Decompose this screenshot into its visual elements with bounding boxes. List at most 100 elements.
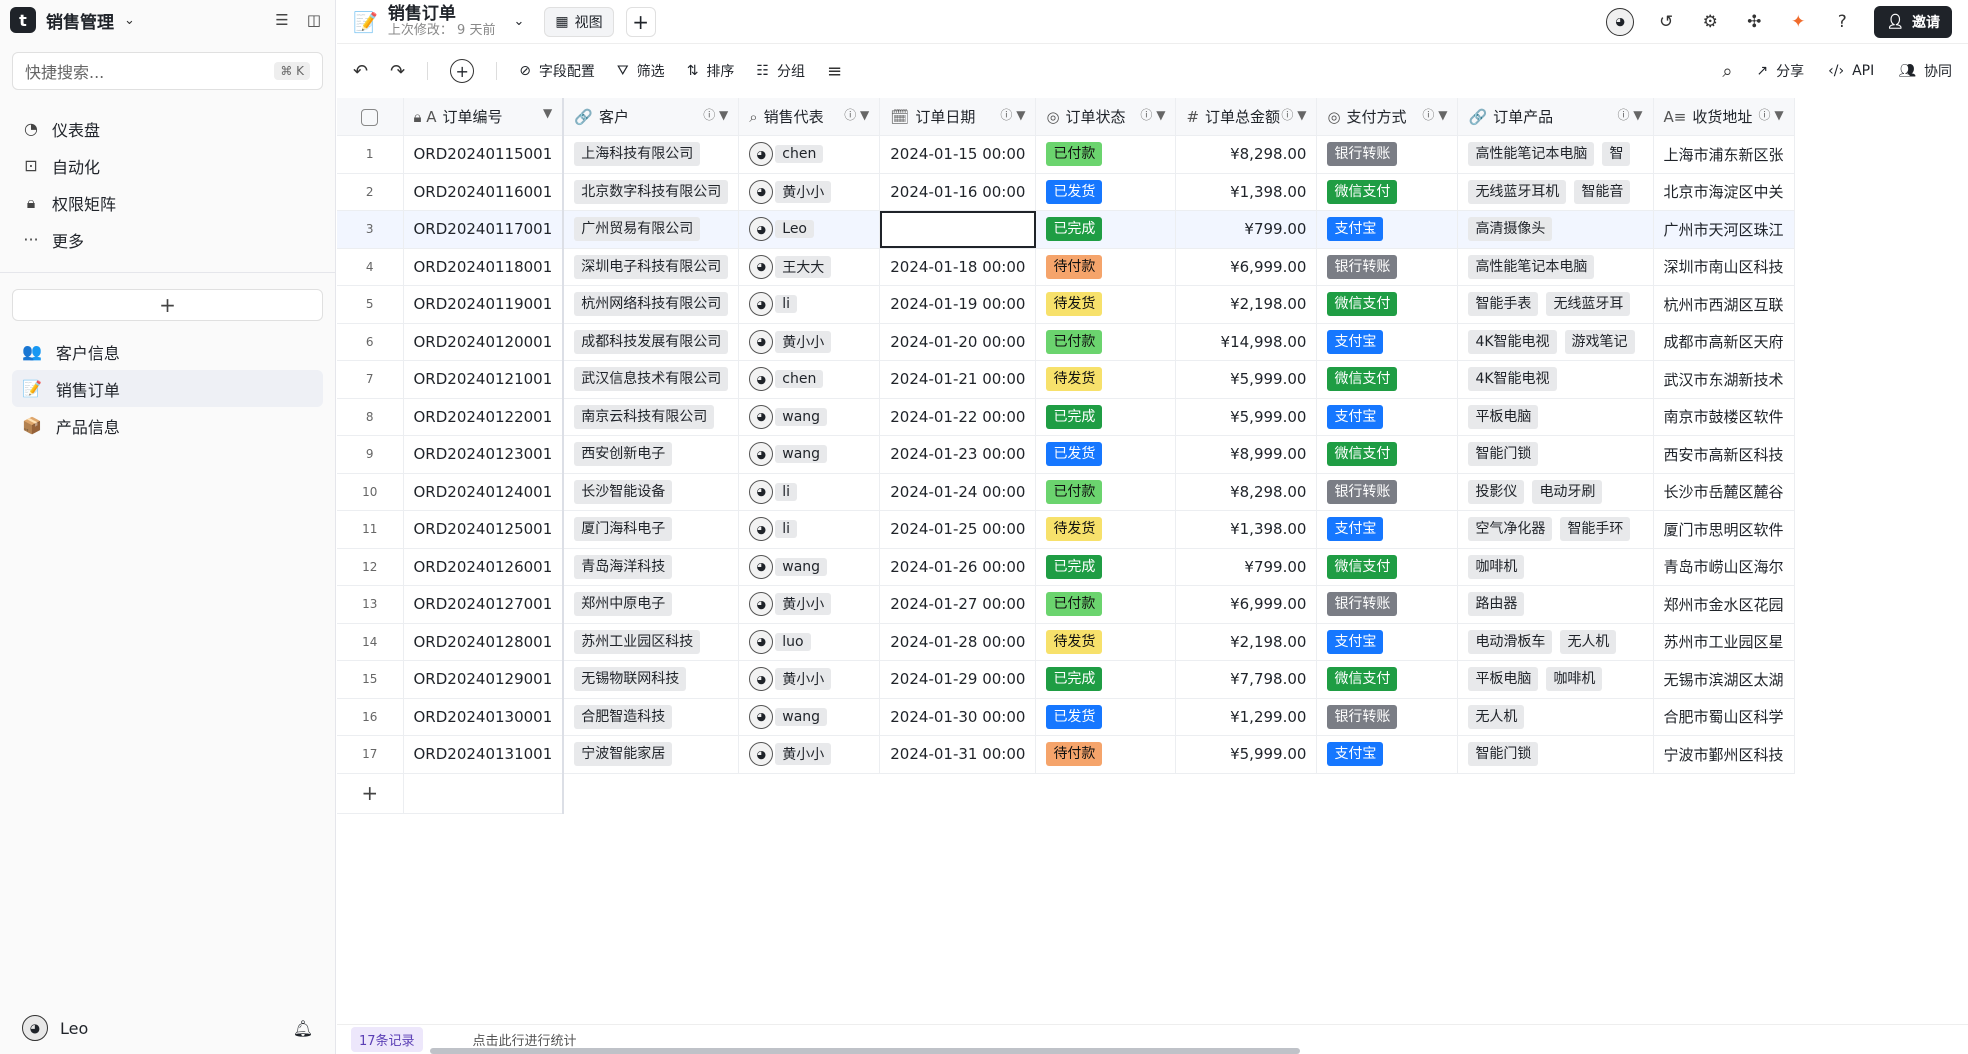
address-cell[interactable]: 成都市高新区天府 bbox=[1653, 323, 1795, 361]
order-date-cell[interactable]: 2024-01-21 00:00 bbox=[879, 360, 1037, 399]
group-button[interactable]: ☷ 分组 bbox=[756, 61, 805, 81]
amount-cell[interactable]: ¥1,398.00 bbox=[1175, 510, 1318, 549]
table-row[interactable]: 5 ORD20240119001 杭州网络科技有限公司 ◕ li 2024-01-19 0… bbox=[337, 285, 1795, 324]
payment-cell[interactable]: 银行转账 bbox=[1316, 248, 1459, 286]
page-title[interactable]: 销售订单 bbox=[388, 5, 496, 24]
column-header[interactable]: ⌕ 销售代表 ⓘ ▼ bbox=[738, 98, 881, 136]
plugin-icon[interactable]: ✣ bbox=[1742, 10, 1766, 34]
sidebar-item-3[interactable]: ··· 更多 bbox=[0, 221, 335, 258]
payment-cell[interactable]: 微信支付 bbox=[1316, 660, 1459, 699]
sales-rep-cell[interactable]: ◕ wang bbox=[738, 435, 881, 474]
payment-cell[interactable]: 微信支付 bbox=[1316, 360, 1459, 399]
column-header[interactable]: 🔗 订单产品 ⓘ ▼ bbox=[1457, 98, 1654, 136]
order-id-cell[interactable]: ORD20240122001 bbox=[403, 398, 565, 436]
amount-cell[interactable]: ¥2,198.00 bbox=[1175, 623, 1318, 661]
horizontal-scrollbar[interactable] bbox=[430, 1048, 1300, 1054]
user-name[interactable]: Leo bbox=[60, 1019, 88, 1038]
payment-cell[interactable]: 银行转账 bbox=[1316, 698, 1459, 736]
select-all-checkbox[interactable] bbox=[337, 98, 404, 136]
undo-icon[interactable]: ↶ bbox=[353, 61, 368, 82]
sales-rep-cell[interactable]: ◕ wang bbox=[738, 398, 881, 436]
column-header[interactable]: ◎ 订单状态 ⓘ ▼ bbox=[1035, 98, 1177, 136]
sales-rep-cell[interactable]: ◕ 黄小小 bbox=[738, 323, 881, 361]
customer-cell[interactable]: 杭州网络科技有限公司 bbox=[563, 285, 740, 324]
customer-cell[interactable]: 长沙智能设备 bbox=[563, 473, 740, 511]
add-record-button[interactable]: + bbox=[450, 59, 475, 83]
chevron-down-icon[interactable]: ▼ bbox=[543, 106, 552, 120]
table-row[interactable]: 17 ORD20240131001 宁波智能家居 ◕ 黄小小 2024-01-31 00:… bbox=[337, 735, 1795, 774]
sales-rep-cell[interactable]: ◕ 黄小小 bbox=[738, 585, 881, 624]
order-status-cell[interactable]: 待付款 bbox=[1035, 248, 1177, 286]
order-id-cell[interactable]: ORD20240116001 bbox=[403, 173, 565, 211]
table-row[interactable]: 14 ORD20240128001 苏州工业园区科技 ◕ luo 2024-01-28 0… bbox=[337, 623, 1795, 661]
sales-rep-cell[interactable]: ◕ luo bbox=[738, 623, 881, 661]
order-date-cell[interactable]: 2024-01-27 00:00 bbox=[879, 585, 1037, 624]
order-status-cell[interactable]: 待发货 bbox=[1035, 510, 1177, 549]
amount-cell[interactable]: ¥1,398.00 bbox=[1175, 173, 1318, 211]
app-title[interactable]: 销售管理 bbox=[46, 8, 114, 33]
sales-rep-cell[interactable]: ◕ 王大大 bbox=[738, 248, 881, 286]
payment-cell[interactable]: 支付宝 bbox=[1316, 323, 1459, 361]
amount-cell[interactable]: ¥8,298.00 bbox=[1175, 473, 1318, 511]
amount-cell[interactable]: ¥14,998.00 bbox=[1175, 323, 1318, 361]
products-cell[interactable]: 4K智能电视 bbox=[1457, 360, 1654, 399]
payment-cell[interactable]: 支付宝 bbox=[1316, 735, 1459, 774]
api-button[interactable]: ‹/› API bbox=[1828, 63, 1874, 79]
table-row[interactable]: 1 ORD20240115001 上海科技有限公司 ◕ chen 2024-01-15 0… bbox=[337, 135, 1795, 174]
amount-cell[interactable]: ¥8,999.00 bbox=[1175, 435, 1318, 474]
sales-rep-cell[interactable]: ◕ 黄小小 bbox=[738, 660, 881, 699]
order-date-cell[interactable]: 2024-01-23 00:00 bbox=[879, 435, 1037, 474]
order-date-cell[interactable]: 2024-01-16 00:00 bbox=[879, 173, 1037, 211]
add-view-button[interactable]: + bbox=[625, 6, 656, 37]
order-status-cell[interactable]: 已付款 bbox=[1035, 585, 1177, 624]
address-cell[interactable]: 上海市浦东新区张 bbox=[1653, 135, 1795, 174]
order-date-cell[interactable]: 2024-01-30 00:00 bbox=[879, 698, 1037, 736]
order-date-cell[interactable]: 2024-01-25 00:00 bbox=[879, 510, 1037, 549]
chevron-down-icon[interactable]: ⓘ ▼ bbox=[1000, 106, 1025, 123]
field-config-button[interactable]: ⊘ 字段配置 bbox=[519, 61, 595, 81]
history-icon[interactable]: ↺ bbox=[1654, 10, 1678, 34]
chevron-down-icon[interactable]: ⓘ ▼ bbox=[1759, 106, 1784, 123]
table-row[interactable]: 3 ORD20240117001 广州贸易有限公司 ◕ Leo 已完成 ¥799.00 支付宝… bbox=[337, 210, 1795, 249]
order-date-cell[interactable]: 2024-01-19 00:00 bbox=[879, 285, 1037, 324]
chevron-down-icon[interactable]: ⓘ ▼ bbox=[844, 106, 869, 123]
address-cell[interactable]: 杭州市西湖区互联 bbox=[1653, 285, 1795, 324]
order-date-cell[interactable]: 2024-01-26 00:00 bbox=[879, 548, 1037, 586]
address-cell[interactable]: 广州市天河区珠江 bbox=[1653, 210, 1795, 249]
customer-cell[interactable]: 苏州工业园区科技 bbox=[563, 623, 740, 661]
order-status-cell[interactable]: 已完成 bbox=[1035, 660, 1177, 699]
address-cell[interactable]: 苏州市工业园区星 bbox=[1653, 623, 1795, 661]
record-count[interactable]: 17条记录 bbox=[351, 1027, 423, 1052]
order-date-cell[interactable]: 2024-01-15 00:00 bbox=[879, 135, 1037, 174]
order-id-cell[interactable]: ORD20240129001 bbox=[403, 660, 565, 699]
avatar[interactable]: ◕ bbox=[22, 1015, 48, 1041]
products-cell[interactable]: 无人机 bbox=[1457, 698, 1654, 736]
search-input[interactable]: 快捷搜索... ⌘ K bbox=[12, 52, 323, 90]
order-status-cell[interactable]: 已完成 bbox=[1035, 548, 1177, 586]
customer-cell[interactable]: 宁波智能家居 bbox=[563, 735, 740, 774]
sales-rep-cell[interactable]: ◕ wang bbox=[738, 698, 881, 736]
gear-icon[interactable]: ⚙ bbox=[1698, 10, 1722, 34]
redo-icon[interactable]: ↷ bbox=[390, 61, 405, 82]
customer-cell[interactable]: 北京数字科技有限公司 bbox=[563, 173, 740, 211]
payment-cell[interactable]: 微信支付 bbox=[1316, 435, 1459, 474]
sales-rep-cell[interactable]: ◕ chen bbox=[738, 360, 881, 399]
payment-cell[interactable]: 微信支付 bbox=[1316, 285, 1459, 324]
order-id-cell[interactable]: ORD20240117001 bbox=[403, 210, 565, 249]
order-status-cell[interactable]: 待付款 bbox=[1035, 735, 1177, 774]
amount-cell[interactable]: ¥6,999.00 bbox=[1175, 585, 1318, 624]
amount-cell[interactable]: ¥8,298.00 bbox=[1175, 135, 1318, 174]
chevron-down-icon[interactable]: ⓘ ▼ bbox=[1422, 106, 1447, 123]
invite-button[interactable]: 👤︎ 邀请 bbox=[1874, 5, 1952, 38]
order-status-cell[interactable]: 待发货 bbox=[1035, 360, 1177, 399]
column-header[interactable]: A≡ 收货地址 ⓘ ▼ bbox=[1653, 98, 1795, 136]
table-row[interactable]: 6 ORD20240120001 成都科技发展有限公司 ◕ 黄小小 2024-01-20 … bbox=[337, 323, 1795, 361]
products-cell[interactable]: 高清摄像头 bbox=[1457, 210, 1654, 249]
products-cell[interactable]: 平板电脑 咖啡机 bbox=[1457, 660, 1654, 699]
stat-hint[interactable]: 点击此行进行统计 bbox=[473, 1030, 577, 1049]
address-cell[interactable]: 武汉市东湖新技术 bbox=[1653, 360, 1795, 399]
order-id-cell[interactable]: ORD20240125001 bbox=[403, 510, 565, 549]
products-cell[interactable]: 投影仪 电动牙刷 bbox=[1457, 473, 1654, 511]
collab-button[interactable]: 👥︎ 协同 bbox=[1898, 61, 1952, 81]
sales-rep-cell[interactable]: ◕ chen bbox=[738, 135, 881, 174]
